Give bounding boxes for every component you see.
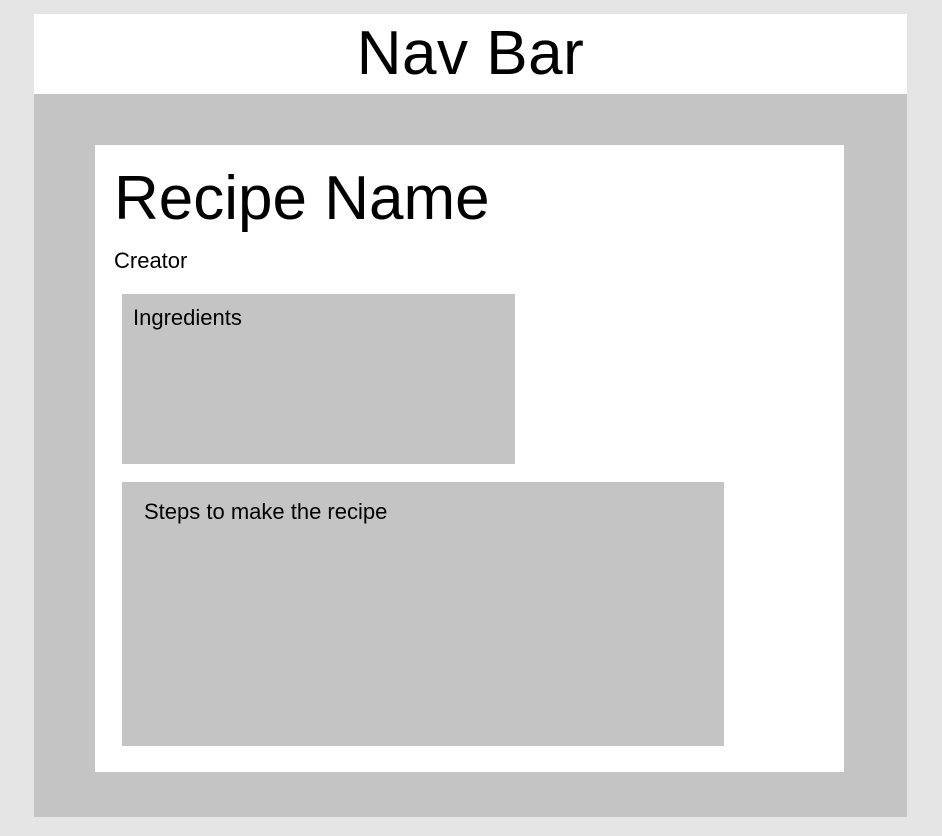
page-frame: Nav Bar Recipe Name Creator Ingredients … (34, 14, 907, 817)
recipe-creator: Creator (114, 248, 188, 273)
recipe-name-heading: Recipe Name (114, 164, 490, 233)
steps-section: Steps to make the recipe (122, 482, 724, 746)
ingredients-section: Ingredients (122, 294, 515, 464)
ingredients-label: Ingredients (133, 305, 242, 330)
steps-label: Steps to make the recipe (144, 499, 388, 524)
recipe-card: Recipe Name Creator Ingredients Steps to… (95, 145, 844, 772)
nav-bar: Nav Bar (34, 14, 907, 94)
nav-bar-title: Nav Bar (356, 19, 585, 88)
